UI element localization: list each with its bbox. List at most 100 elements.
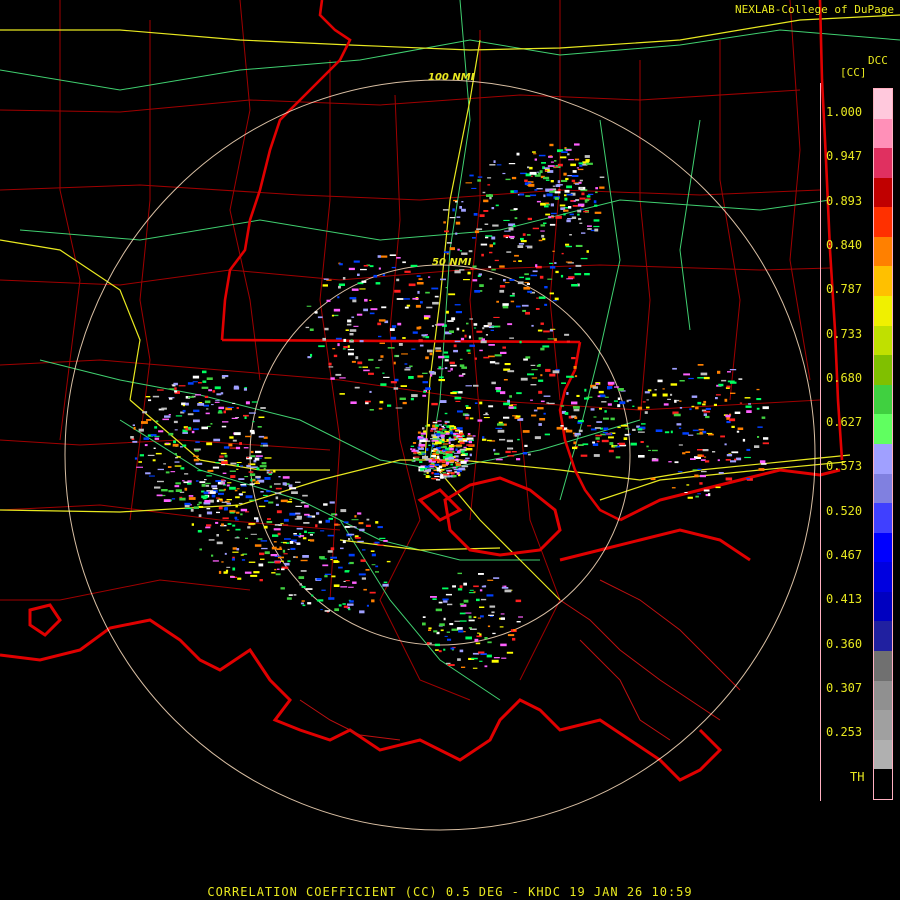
radar-echo-pixel <box>560 274 564 278</box>
radar-echo-pixel <box>350 339 353 341</box>
radar-echo-pixel <box>479 589 483 592</box>
radar-echo-pixel <box>595 383 600 385</box>
radar-echo-pixel <box>647 389 652 392</box>
radar-echo-pixel <box>299 583 302 586</box>
radar-echo-pixel <box>565 177 569 181</box>
radar-echo-pixel <box>486 194 493 197</box>
radar-echo-pixel <box>240 554 244 556</box>
radar-echo-pixel <box>473 591 476 593</box>
radar-echo-pixel <box>568 267 572 269</box>
radar-echo-pixel <box>438 465 443 469</box>
radar-echo-pixel <box>507 323 513 326</box>
radar-echo-pixel <box>721 379 727 382</box>
radar-echo-pixel <box>573 406 580 409</box>
radar-echo-pixel <box>412 297 419 300</box>
radar-echo-pixel <box>276 548 283 550</box>
radar-echo-pixel <box>218 506 223 510</box>
radar-echo-pixel <box>412 448 416 452</box>
radar-echo-pixel <box>487 641 492 644</box>
radar-echo-pixel <box>255 450 262 454</box>
radar-echo-pixel <box>518 616 523 618</box>
radar-echo-pixel <box>495 362 500 365</box>
radar-echo-pixel <box>724 398 728 402</box>
radar-echo-pixel <box>390 328 395 331</box>
radar-echo-pixel <box>344 570 350 572</box>
radar-echo-pixel <box>544 286 548 289</box>
radar-echo-pixel <box>494 452 500 455</box>
radar-echo-pixel <box>744 397 751 399</box>
radar-echo-pixel <box>630 442 637 446</box>
radar-echo-pixel <box>474 230 480 234</box>
radar-echo-pixel <box>503 402 510 406</box>
radar-echo-pixel <box>474 402 478 404</box>
radar-echo-pixel <box>221 479 225 481</box>
radar-echo-pixel <box>318 520 322 524</box>
radar-echo-pixel <box>678 427 682 429</box>
radar-echo-pixel <box>739 402 743 404</box>
radar-echo-pixel <box>456 327 460 331</box>
radar-echo-pixel <box>477 419 483 422</box>
radar-echo-pixel <box>450 431 453 435</box>
radar-echo-pixel <box>549 292 554 295</box>
radar-echo-pixel <box>568 206 572 209</box>
radar-echo-pixel <box>283 553 288 555</box>
radar-echo-pixel <box>184 487 188 491</box>
radar-echo-pixel <box>437 323 445 326</box>
radar-echo-pixel <box>485 334 488 336</box>
radar-echo-pixel <box>278 524 282 526</box>
color-scale-segment <box>874 710 892 740</box>
radar-echo-pixel <box>674 461 679 464</box>
radar-echo-pixel <box>415 457 420 461</box>
radar-echo-pixel <box>491 611 495 614</box>
radar-echo-pixel <box>161 407 167 410</box>
radar-echo-pixel <box>460 337 465 341</box>
radar-echo-pixel <box>229 436 234 439</box>
radar-echo-pixel <box>492 632 496 635</box>
radar-echo-pixel <box>594 204 598 207</box>
radar-echo-pixel <box>274 483 281 485</box>
radar-echo-pixel <box>240 513 243 516</box>
radar-echo-pixel <box>487 322 492 325</box>
radar-echo-pixel <box>432 598 437 600</box>
radar-echo-pixel <box>514 254 519 257</box>
radar-echo-pixel <box>257 426 262 428</box>
radar-echo-pixel <box>357 361 363 365</box>
radar-echo-pixel <box>469 344 475 347</box>
radar-echo-pixel <box>691 405 695 408</box>
radar-echo-pixel <box>275 492 282 495</box>
radar-echo-pixel <box>340 547 344 550</box>
radar-echo-pixel <box>236 463 239 467</box>
radar-echo-pixel <box>479 284 484 287</box>
radar-echo-pixel <box>460 450 465 453</box>
radar-echo-pixel <box>624 433 630 436</box>
radar-echo-pixel <box>363 265 369 267</box>
radar-echo-pixel <box>335 373 342 376</box>
radar-echo-pixel <box>489 244 493 248</box>
radar-echo-pixel <box>489 615 494 617</box>
radar-echo-pixel <box>175 489 182 492</box>
radar-echo-pixel <box>676 399 680 402</box>
color-scale-segment <box>874 769 892 799</box>
radar-echo-pixel <box>512 292 515 295</box>
radar-echo-pixel <box>484 223 489 225</box>
radar-echo-pixel <box>554 197 559 200</box>
color-scale-segment <box>874 532 892 563</box>
radar-echo-pixel <box>264 457 272 459</box>
radar-echo-pixel <box>727 380 735 383</box>
radar-echo-pixel <box>359 528 365 532</box>
radar-echo-pixel <box>578 429 583 433</box>
radar-echo-pixel <box>724 443 727 446</box>
radar-echo-pixel <box>715 397 718 400</box>
radar-echo-pixel <box>333 584 340 587</box>
radar-echo-pixel <box>275 487 282 490</box>
radar-echo-pixel <box>598 390 604 394</box>
color-scale-segment <box>874 148 892 178</box>
radar-echo-pixel <box>343 346 348 349</box>
radar-echo-pixel <box>525 277 531 280</box>
radar-echo-pixel <box>447 425 450 428</box>
radar-echo-pixel <box>459 441 465 445</box>
legend-tick-label: 0.680 <box>826 370 863 385</box>
radar-echo-pixel <box>703 413 707 416</box>
radar-echo-pixel <box>585 199 589 202</box>
radar-echo-pixel <box>244 476 249 478</box>
